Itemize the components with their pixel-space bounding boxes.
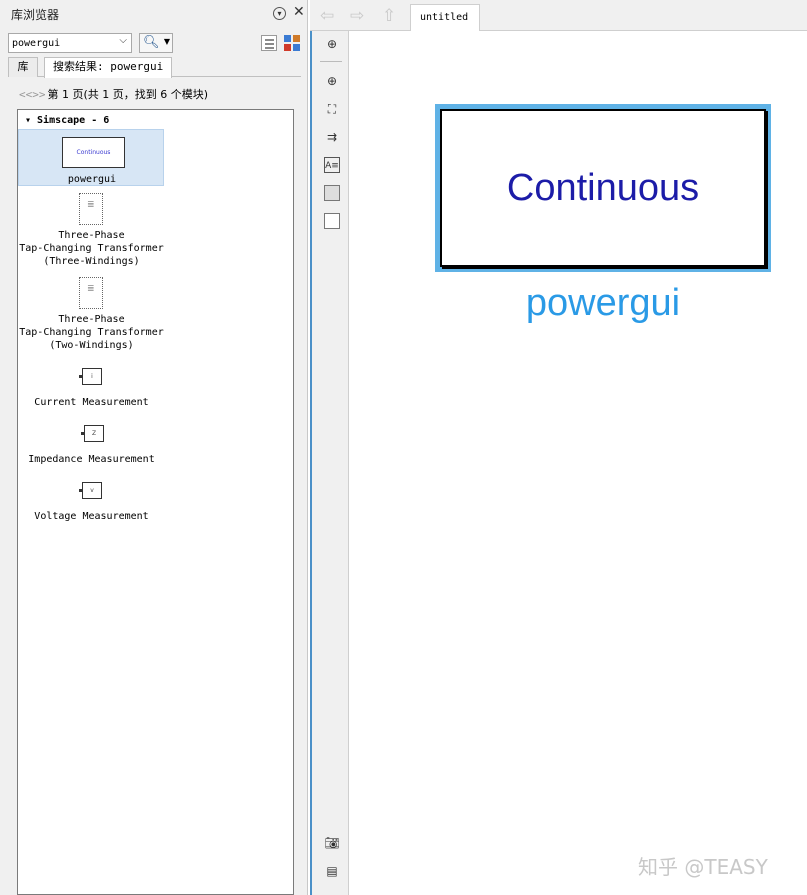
- pager-arrows[interactable]: <<>>: [19, 88, 46, 101]
- image-icon[interactable]: [324, 185, 340, 201]
- block-name[interactable]: powergui: [435, 282, 771, 325]
- chevron-down-icon[interactable]: ⌵: [119, 35, 127, 46]
- editor-side-toolbar: ⊕ ⊕ ⛶ ⇉ A≡ 📷︎ ▤: [310, 31, 349, 895]
- block-label: Impedance Measurement: [28, 454, 155, 465]
- block-label: powergui: [67, 174, 117, 185]
- watermark: 知乎 @TEASY: [638, 855, 768, 879]
- block-item-impedance-measurement[interactable]: Z Impedance Measurement: [18, 423, 165, 467]
- library-tabbar: 库 搜索结果: powergui: [8, 57, 301, 78]
- dropdown-arrow-icon[interactable]: ▼: [164, 37, 170, 46]
- block-label: Voltage Measurement: [34, 511, 149, 522]
- panel-title: 库浏览器: [11, 8, 60, 22]
- block-text: Continuous: [506, 167, 700, 209]
- block-label: Current Measurement: [34, 397, 149, 408]
- block-item-voltage-measurement[interactable]: v Voltage Measurement: [18, 480, 165, 524]
- up-arrow-icon[interactable]: ⇧: [382, 6, 396, 26]
- search-button[interactable]: 🔍︎ ▼: [139, 33, 173, 53]
- library-browser-panel: 库浏览器 ▾ ✕ ⌵ 🔍︎ ▼ 库 搜索结果: powergui <<>>第 1…: [0, 0, 308, 895]
- arrow-icon[interactable]: ⇉: [324, 129, 340, 145]
- tab-search-results[interactable]: 搜索结果: powergui: [44, 57, 173, 78]
- grid-view-icon[interactable]: [283, 34, 301, 52]
- screenshot-icon[interactable]: 📷︎: [324, 835, 340, 851]
- chevron-circle-down-icon[interactable]: ▾: [273, 7, 286, 20]
- block-label: Three-Phase Tap-Changing Transformer (Tw…: [19, 314, 164, 351]
- block-item-current-measurement[interactable]: i Current Measurement: [18, 366, 165, 410]
- group-header[interactable]: ▾ Simscape - 6: [25, 115, 109, 126]
- model-canvas[interactable]: Continuous powergui: [350, 32, 807, 895]
- toolbar-divider: [320, 61, 342, 62]
- forward-arrow-icon[interactable]: ⇨: [350, 6, 364, 26]
- property-icon[interactable]: ▤: [324, 863, 340, 879]
- area-icon[interactable]: [324, 213, 340, 229]
- fit-view-icon[interactable]: ⛶: [324, 101, 340, 117]
- block-item-powergui[interactable]: Continuous powergui: [18, 129, 164, 186]
- list-view-icon[interactable]: [261, 35, 277, 51]
- search-combo[interactable]: ⌵: [8, 33, 132, 53]
- voltage-measurement-icon: v: [79, 482, 102, 499]
- impedance-measurement-icon: Z: [81, 425, 104, 442]
- search-results-list: ▾ Simscape - 6 Continuous powergui ≣ Thr…: [17, 109, 294, 895]
- pager: <<>> 第 1 页(共 1 页，找到 6 个模块): [19, 86, 208, 102]
- transformer-icon: ≣: [79, 277, 103, 309]
- powergui-block[interactable]: Continuous: [435, 104, 771, 272]
- block-item-transformer-two-windings[interactable]: ≣ Three-Phase Tap-Changing Transformer (…: [18, 276, 165, 352]
- back-arrow-icon[interactable]: ⇦: [320, 6, 334, 26]
- current-measurement-icon: i: [79, 368, 102, 385]
- search-icon: 🔍︎: [143, 35, 160, 50]
- zoom-icon[interactable]: ⊕: [324, 73, 340, 89]
- editor-toolbar: ⇦ ⇨ ⇧ untitled: [310, 0, 807, 31]
- tab-untitled[interactable]: untitled: [410, 4, 480, 31]
- block-thumbnail: Continuous: [62, 137, 125, 168]
- transformer-icon: ≣: [79, 193, 103, 225]
- tab-library[interactable]: 库: [8, 57, 38, 77]
- annotation-icon[interactable]: A≡: [324, 157, 340, 173]
- close-icon[interactable]: ✕: [293, 4, 305, 20]
- block-label: Three-Phase Tap-Changing Transformer (Th…: [19, 230, 164, 267]
- pager-text: 第 1 页(共 1 页，找到 6 个模块): [47, 88, 209, 101]
- block-body: Continuous: [440, 109, 766, 267]
- navigate-icon[interactable]: ⊕: [324, 36, 340, 52]
- block-item-transformer-three-windings[interactable]: ≣ Three-Phase Tap-Changing Transformer (…: [18, 192, 165, 268]
- search-input[interactable]: [9, 34, 109, 52]
